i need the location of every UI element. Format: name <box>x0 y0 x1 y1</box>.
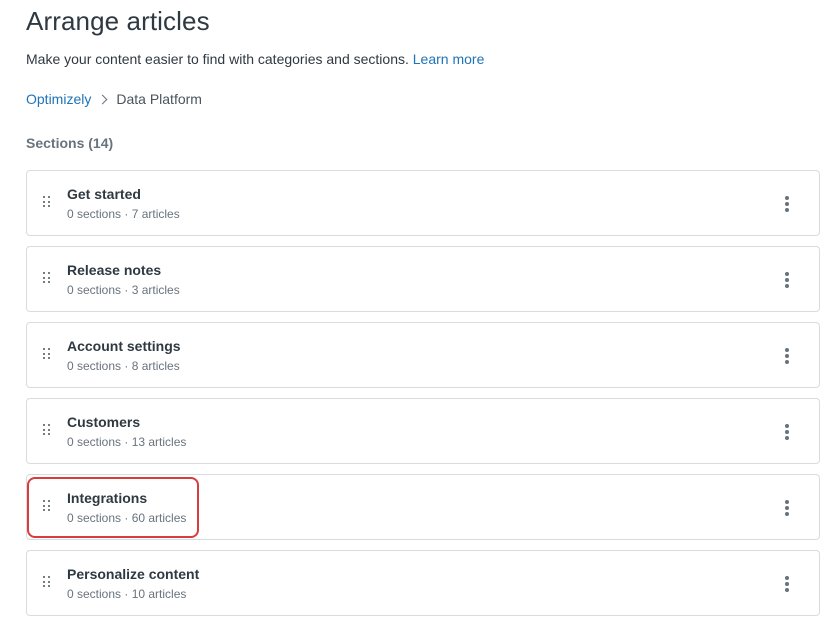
section-meta: 0 sections · 7 articles <box>67 207 180 221</box>
overflow-menu-icon[interactable] <box>779 269 795 291</box>
section-meta: 0 sections · 8 articles <box>67 359 180 373</box>
drag-handle-icon[interactable] <box>43 576 51 590</box>
section-card[interactable]: Release notes 0 sections · 3 articles <box>26 246 820 312</box>
drag-handle-icon[interactable] <box>43 424 51 438</box>
overflow-menu-icon[interactable] <box>779 573 795 595</box>
drag-handle-icon[interactable] <box>43 272 51 286</box>
page-title: Arrange articles <box>26 6 210 36</box>
section-card[interactable]: Integrations 0 sections · 60 articles <box>26 474 820 540</box>
page-subtitle: Make your content easier to find with ca… <box>26 51 484 67</box>
overflow-menu-icon[interactable] <box>779 497 795 519</box>
overflow-menu-icon[interactable] <box>779 421 795 443</box>
drag-handle-icon[interactable] <box>43 500 51 514</box>
breadcrumb-current: Data Platform <box>116 91 202 107</box>
chevron-right-icon <box>97 94 108 104</box>
subtitle-text: Make your content easier to find with ca… <box>26 51 409 67</box>
drag-handle-icon[interactable] <box>43 348 51 362</box>
section-card[interactable]: Customers 0 sections · 13 articles <box>26 398 820 464</box>
section-meta: 0 sections · 60 articles <box>67 511 187 525</box>
section-meta: 0 sections · 10 articles <box>67 587 187 601</box>
section-meta: 0 sections · 3 articles <box>67 283 180 297</box>
breadcrumb: Optimizely Data Platform <box>26 91 202 107</box>
breadcrumb-parent-link[interactable]: Optimizely <box>26 91 91 107</box>
sections-heading: Sections (14) <box>26 135 114 151</box>
overflow-menu-icon[interactable] <box>779 193 795 215</box>
section-title: Release notes <box>67 262 162 278</box>
section-card[interactable]: Account settings 0 sections · 8 articles <box>26 322 820 388</box>
learn-more-link[interactable]: Learn more <box>413 51 485 67</box>
section-card[interactable]: Get started 0 sections · 7 articles <box>26 170 820 236</box>
highlight-annotation <box>27 477 199 538</box>
drag-handle-icon[interactable] <box>43 196 51 210</box>
section-meta: 0 sections · 13 articles <box>67 435 187 449</box>
section-title: Integrations <box>67 490 148 506</box>
section-title: Personalize content <box>67 566 200 582</box>
section-title: Get started <box>67 186 141 202</box>
overflow-menu-icon[interactable] <box>779 345 795 367</box>
section-title: Account settings <box>67 338 181 354</box>
section-card[interactable]: Personalize content 0 sections · 10 arti… <box>26 550 820 616</box>
section-title: Customers <box>67 414 141 430</box>
sections-list: Get started 0 sections · 7 articles Rele… <box>26 170 820 626</box>
